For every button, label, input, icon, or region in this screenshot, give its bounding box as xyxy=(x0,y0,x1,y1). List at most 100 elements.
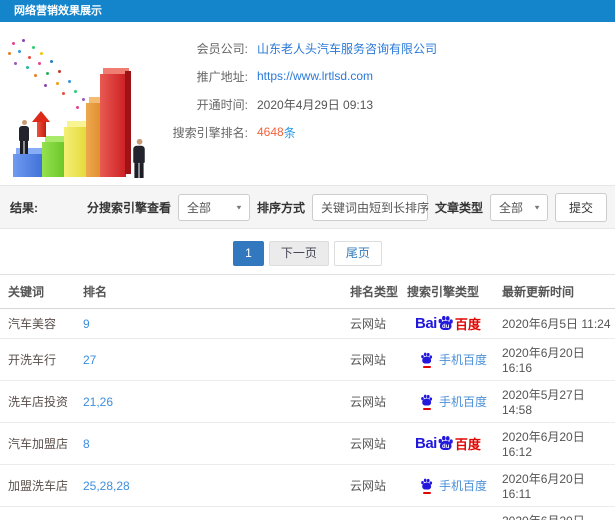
person-figure-right xyxy=(133,138,145,178)
sort-filter-label: 排序方式 xyxy=(256,200,305,215)
rank-link[interactable]: 25,28,28 xyxy=(83,479,130,493)
page-title: 网络营销效果展示 xyxy=(14,5,102,17)
baidu-mobile-logo: 手机百度 xyxy=(420,351,487,368)
table-row: 洗车赚钱吗30云网站手机百度2020年6月20日 16:12 xyxy=(0,506,615,520)
baidu-mobile-logo: 手机百度 xyxy=(420,477,487,494)
sort-filter-select[interactable]: 关键词由短到长排序 ▼ xyxy=(311,193,444,221)
rank-type-cell: 云网站 xyxy=(342,338,399,381)
company-link[interactable]: 山东老人头汽车服务咨询有限公司 xyxy=(257,40,437,57)
engine-cell: Bai du 百度 xyxy=(399,422,494,465)
baidu-cn-text: 百度 xyxy=(454,317,481,332)
rank-cell: 27 xyxy=(75,338,342,381)
table-row: 汽车美容 9 云网站 Bai du 百度 2020年6月5日 11:24 xyxy=(0,308,615,339)
rank-type-cell: 云网站 xyxy=(342,464,399,507)
rank-cell: 25,28,28 xyxy=(75,464,342,507)
chart-bar-red xyxy=(100,68,131,177)
growth-arrow-icon xyxy=(32,111,50,137)
info-list: 会员公司: 山东老人头汽车服务咨询有限公司 推广地址: https://www.… xyxy=(160,22,615,146)
updated-cell: 2020年6月20日 16:12 xyxy=(494,422,615,465)
confetti-decoration xyxy=(6,38,9,41)
engine-filter-label: 分搜索引擎查看 xyxy=(86,200,171,215)
info-row-rank: 搜索引擎排名: 4648 条 xyxy=(160,118,615,146)
rank-type-cell: 云网站 xyxy=(342,506,399,520)
rank-cell: 30 xyxy=(75,506,342,520)
keyword-cell: 汽车美容 xyxy=(0,308,75,339)
chart-bar-blue xyxy=(13,148,49,177)
table-row: 洗车店投资 21,26 云网站 手机百度 2020年5月27日 14:58 xyxy=(0,380,615,423)
rank-link[interactable]: 8 xyxy=(83,437,90,451)
rank-count-value: 4648 xyxy=(257,125,284,139)
mobile-baidu-label: 手机百度 xyxy=(439,395,488,409)
svg-text:du: du xyxy=(442,324,450,330)
engine-filter-select[interactable]: 全部 ▼ xyxy=(177,193,250,221)
baidu-pc-logo: Bai du 百度 xyxy=(415,434,481,453)
column-header: 排名 xyxy=(75,274,342,309)
keyword-cell: 洗车赚钱吗 xyxy=(0,506,75,520)
bar-chart-illustration xyxy=(0,34,172,184)
filter-bar: 结果: 分搜索引擎查看 全部 ▼ 排序方式 关键词由短到长排序 ▼ 文章类型 全… xyxy=(0,185,615,229)
baidu-bai-text: Bai xyxy=(415,435,437,452)
article-filter-value: 全部 xyxy=(498,200,523,215)
baidu-pc-logo: Bai du 百度 xyxy=(415,314,481,333)
updated-cell: 2020年5月27日 14:58 xyxy=(494,380,615,423)
site-link[interactable]: https://www.lrtlsd.com xyxy=(257,69,373,83)
rank-cell: 21,26 xyxy=(75,380,342,423)
chevron-down-icon: ▼ xyxy=(235,203,243,211)
open-time-label: 开通时间: xyxy=(196,97,248,112)
results-table: 关键词 排名 排名类型 搜索引擎类型 最新更新时间 汽车美容 9 云网站 Bai du 百度 202… xyxy=(0,274,615,520)
mobile-baidu-label: 手机百度 xyxy=(439,479,488,493)
filter-controls: 分搜索引擎查看 全部 ▼ 排序方式 关键词由短到长排序 ▼ 文章类型 全部 ▼ … xyxy=(86,192,607,222)
next-page-button[interactable]: 下一页 xyxy=(268,241,329,266)
column-header: 排名类型 xyxy=(342,274,399,309)
member-label: 会员公司: xyxy=(196,41,248,56)
url-label: 推广地址: xyxy=(196,69,248,84)
updated-cell: 2020年6月20日 16:12 xyxy=(494,506,615,520)
rank-link[interactable]: 9 xyxy=(83,317,90,331)
pagination: 1 下一页 尾页 xyxy=(0,241,615,266)
sort-filter-value: 关键词由短到长排序 xyxy=(320,200,429,215)
rank-link[interactable]: 21,26 xyxy=(83,395,113,409)
last-page-button[interactable]: 尾页 xyxy=(333,241,382,266)
article-filter-select[interactable]: 全部 ▼ xyxy=(489,193,548,221)
updated-cell: 2020年6月20日 16:11 xyxy=(494,464,615,507)
keyword-cell: 洗车店投资 xyxy=(0,380,75,423)
updated-cell: 2020年6月20日 16:16 xyxy=(494,338,615,381)
mobile-baidu-paw-icon xyxy=(420,478,433,494)
open-time-value: 2020年4月29日 09:13 xyxy=(257,97,374,112)
rank-label: 搜索引擎排名: xyxy=(172,125,248,140)
results-label: 结果: xyxy=(10,200,38,215)
baidu-paw-icon: du xyxy=(437,315,454,332)
baidu-mobile-logo: 手机百度 xyxy=(420,393,487,410)
engine-cell: Bai du 百度 xyxy=(399,308,494,339)
rank-cell: 9 xyxy=(75,308,342,339)
table-header-row: 关键词 排名 排名类型 搜索引擎类型 最新更新时间 xyxy=(0,274,615,309)
rank-type-cell: 云网站 xyxy=(342,308,399,339)
rank-link[interactable]: 27 xyxy=(83,353,96,367)
info-section: 会员公司: 山东老人头汽车服务咨询有限公司 推广地址: https://www.… xyxy=(0,22,615,185)
baidu-cn-text: 百度 xyxy=(454,437,481,452)
rank-cell: 8 xyxy=(75,422,342,465)
person-figure-left xyxy=(19,120,29,154)
rank-type-cell: 云网站 xyxy=(342,380,399,423)
rank-type-cell: 云网站 xyxy=(342,422,399,465)
keyword-cell: 加盟洗车店 xyxy=(0,464,75,507)
engine-filter-value: 全部 xyxy=(186,200,211,215)
svg-text:du: du xyxy=(442,444,450,450)
mobile-baidu-label: 手机百度 xyxy=(439,353,488,367)
submit-button[interactable]: 提交 xyxy=(554,192,607,222)
table-row: 开洗车行 27 云网站 手机百度 2020年6月20日 16:16 xyxy=(0,338,615,381)
info-row-member: 会员公司: 山东老人头汽车服务咨询有限公司 xyxy=(160,34,615,62)
info-row-open-time: 开通时间: 2020年4月29日 09:13 xyxy=(160,90,615,118)
engine-cell: 手机百度 xyxy=(399,380,494,423)
mobile-baidu-paw-icon xyxy=(420,394,433,410)
page-button-1[interactable]: 1 xyxy=(233,241,264,266)
chevron-down-icon: ▼ xyxy=(435,203,444,211)
updated-cell: 2020年6月5日 11:24 xyxy=(494,308,615,339)
keyword-cell: 开洗车行 xyxy=(0,338,75,381)
table-row: 汽车加盟店 8 云网站 Bai du 百度 2020年6月20日 16:12 xyxy=(0,422,615,465)
column-header: 搜索引擎类型 xyxy=(399,274,494,309)
rank-count-unit: 条 xyxy=(283,125,296,140)
mobile-baidu-paw-icon xyxy=(420,352,433,368)
engine-cell: 手机百度 xyxy=(399,464,494,507)
engine-cell: 手机百度 xyxy=(399,338,494,381)
